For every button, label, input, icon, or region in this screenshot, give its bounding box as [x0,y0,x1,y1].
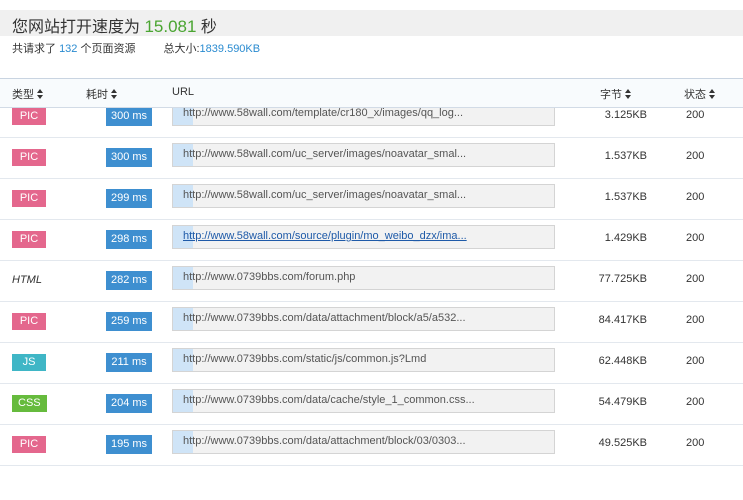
sort-icon [625,89,631,99]
bytes-value: 54.479KB [598,396,647,408]
resource-table: PIC 300 ms http://www.58wall.com/template/… [0,78,743,500]
column-bytes-header[interactable]: 字节 [600,86,631,102]
sort-icon [709,89,715,99]
url-link[interactable]: http://www.0739bbs.com/forum.php [183,271,355,283]
url-link[interactable]: http://www.58wall.com/uc_server/images/n… [183,148,466,160]
url-box: http://www.58wall.com/uc_server/images/n… [172,143,555,167]
type-badge: PIC [12,231,46,248]
type-badge: PIC [12,108,46,125]
type-badge: PIC [12,149,46,166]
total-size-value: 1839.590KB [199,43,261,55]
url-link[interactable]: http://www.0739bbs.com/data/cache/style_… [183,394,475,406]
type-badge: HTML [12,274,42,286]
page-title: 您网站打开速度为 15.081 秒 [12,13,217,37]
status-code: 200 [686,355,705,367]
type-badge: PIC [12,190,46,207]
bytes-value: 1.429KB [604,232,647,244]
summary-line: 共请求了 132 个页面资源 总大小:1839.590KB [12,40,260,56]
url-link[interactable]: http://www.0739bbs.com/data/attachment/b… [183,435,466,447]
table-row[interactable]: CSS 204 ms http://www.0739bbs.com/data/cac… [0,383,743,425]
load-speed-value: 15.081 [144,17,197,36]
column-time-label: 耗时 [86,89,108,101]
bytes-value: 1.537KB [604,150,647,162]
url-link[interactable]: http://www.58wall.com/source/plugin/mo_w… [183,230,467,242]
column-type-label: 类型 [12,89,34,101]
url-box: http://www.0739bbs.com/data/attachment/b… [172,430,555,454]
resource-rows: PIC 300 ms http://www.58wall.com/template/… [0,79,743,500]
url-box: http://www.0739bbs.com/forum.php [172,266,555,290]
bytes-value: 3.125KB [604,109,647,121]
table-header: 类型 耗时 URL 字节 状态 [0,79,743,108]
summary-prefix: 共请求了 [12,43,56,55]
table-row[interactable]: PIC 195 ms http://www.0739bbs.com/data/att… [0,424,743,466]
bytes-value: 84.417KB [598,314,647,326]
status-code: 200 [686,150,705,162]
title-prefix: 您网站打开速度为 [12,19,141,36]
table-row[interactable]: HTML 282 ms http://www.0739bbs.com/forum.p… [0,260,743,302]
title-suffix: 秒 [200,19,217,36]
status-code: 200 [686,396,705,408]
table-row[interactable]: PIC 259 ms http://www.0739bbs.com/data/att… [0,301,743,343]
status-code: 200 [686,437,705,449]
time-badge: 204 ms [106,394,152,413]
column-bytes-label: 字节 [600,89,622,101]
sort-icon [111,89,117,99]
url-box: http://www.0739bbs.com/data/cache/style_… [172,389,555,413]
time-badge: 282 ms [106,271,152,290]
column-time-header[interactable]: 耗时 [86,86,117,102]
type-badge: PIC [12,436,46,453]
bytes-value: 49.525KB [598,437,647,449]
sort-icon [37,89,43,99]
summary-mid: 个页面资源 [80,43,136,55]
time-badge: 195 ms [106,435,152,454]
table-row[interactable]: PIC 300 ms http://www.58wall.com/uc_server… [0,137,743,179]
url-link[interactable]: http://www.58wall.com/uc_server/images/n… [183,189,466,201]
column-status-header[interactable]: 状态 [684,86,715,102]
bytes-value: 77.725KB [598,273,647,285]
request-count: 132 [59,43,78,55]
column-type-header[interactable]: 类型 [12,86,43,102]
time-badge: 299 ms [106,189,152,208]
time-badge: 211 ms [106,353,152,372]
column-url-label: URL [172,86,195,98]
url-link[interactable]: http://www.58wall.com/template/cr180_x/i… [183,107,463,119]
bytes-value: 1.537KB [604,191,647,203]
total-size-label: 总大小: [163,43,200,55]
column-status-label: 状态 [684,89,706,101]
url-box: http://www.0739bbs.com/static/js/common.… [172,348,555,372]
table-row[interactable]: JS 211 ms http://www.0739bbs.com/static/js… [0,342,743,384]
status-code: 200 [686,232,705,244]
status-code: 200 [686,109,705,121]
type-badge: CSS [12,395,47,412]
status-code: 200 [686,191,705,203]
status-code: 200 [686,314,705,326]
url-box: http://www.58wall.com/source/plugin/mo_w… [172,225,555,249]
column-url-header: URL [172,86,194,98]
url-box: http://www.0739bbs.com/data/attachment/b… [172,307,555,331]
time-badge: 259 ms [106,312,152,331]
url-link[interactable]: http://www.0739bbs.com/static/js/common.… [183,353,426,365]
type-badge: PIC [12,313,46,330]
table-row[interactable]: PIC 299 ms http://www.58wall.com/uc_server… [0,178,743,220]
url-link[interactable]: http://www.0739bbs.com/data/attachment/b… [183,312,466,324]
type-badge: JS [12,354,46,371]
time-badge: 300 ms [106,107,152,126]
bytes-value: 62.448KB [598,355,647,367]
time-badge: 298 ms [106,230,152,249]
status-code: 200 [686,273,705,285]
time-badge: 300 ms [106,148,152,167]
url-box: http://www.58wall.com/uc_server/images/n… [172,184,555,208]
table-row[interactable]: PIC 298 ms http://www.58wall.com/source/pl… [0,219,743,261]
